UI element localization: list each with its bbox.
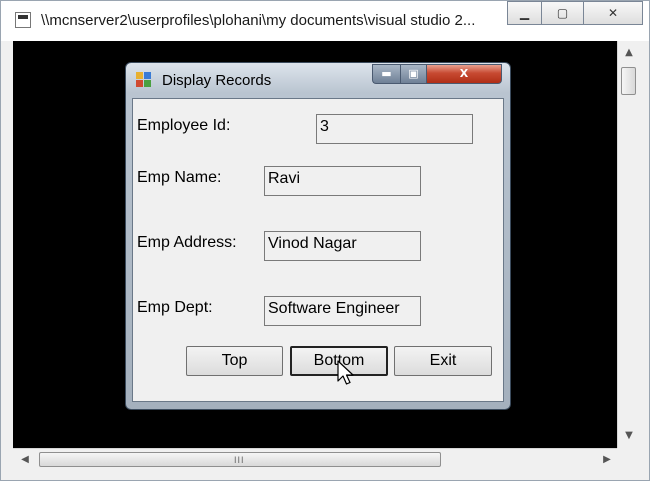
scroll-left-icon[interactable]: ◀ — [15, 449, 35, 471]
grip-icon: III — [234, 455, 245, 465]
emp-address-field[interactable]: Vinod Nagar — [264, 231, 421, 261]
emp-dept-field[interactable]: Software Engineer — [264, 296, 421, 326]
minimize-button[interactable]: ▁ — [507, 1, 541, 25]
app-icon[interactable] — [15, 12, 31, 28]
dialog-maximize-button[interactable]: ▣ — [400, 64, 426, 84]
dialog-minimize-button[interactable]: ▬ — [372, 64, 400, 84]
vertical-scrollbar[interactable]: ▲ ▼ — [617, 41, 640, 448]
horizontal-scroll-thumb[interactable]: III — [39, 452, 441, 467]
console-titlebar[interactable]: \\mcnserver2\userprofiles\plohani\my doc… — [1, 1, 649, 41]
console-title: \\mcnserver2\userprofiles\plohani\my doc… — [41, 12, 476, 29]
scroll-down-icon[interactable]: ▼ — [618, 426, 640, 446]
dialog-close-button[interactable]: X — [426, 64, 502, 84]
display-records-dialog: Display Records ▬ ▣ X Employee Id: 3 Emp… — [125, 62, 511, 410]
emp-name-field[interactable]: Ravi — [264, 166, 421, 196]
scroll-right-icon[interactable]: ▶ — [597, 449, 617, 471]
top-button[interactable]: Top — [186, 346, 283, 376]
emp-address-label: Emp Address: — [137, 234, 237, 251]
size-grip — [617, 448, 639, 470]
scroll-up-icon[interactable]: ▲ — [618, 43, 640, 63]
dialog-title: Display Records — [162, 72, 272, 89]
employee-id-field[interactable]: 3 — [316, 114, 473, 144]
emp-dept-label: Emp Dept: — [137, 299, 213, 316]
close-button[interactable]: ✕ — [583, 1, 643, 25]
emp-name-label: Emp Name: — [137, 169, 222, 186]
mouse-cursor-icon — [337, 360, 354, 385]
maximize-button[interactable]: ▢ — [541, 1, 583, 25]
form-icon[interactable] — [136, 72, 152, 88]
exit-button[interactable]: Exit — [394, 346, 492, 376]
horizontal-scrollbar[interactable]: ◀ III ▶ — [13, 448, 617, 470]
vertical-scroll-thumb[interactable] — [621, 67, 636, 95]
employee-id-label: Employee Id: — [137, 117, 231, 134]
